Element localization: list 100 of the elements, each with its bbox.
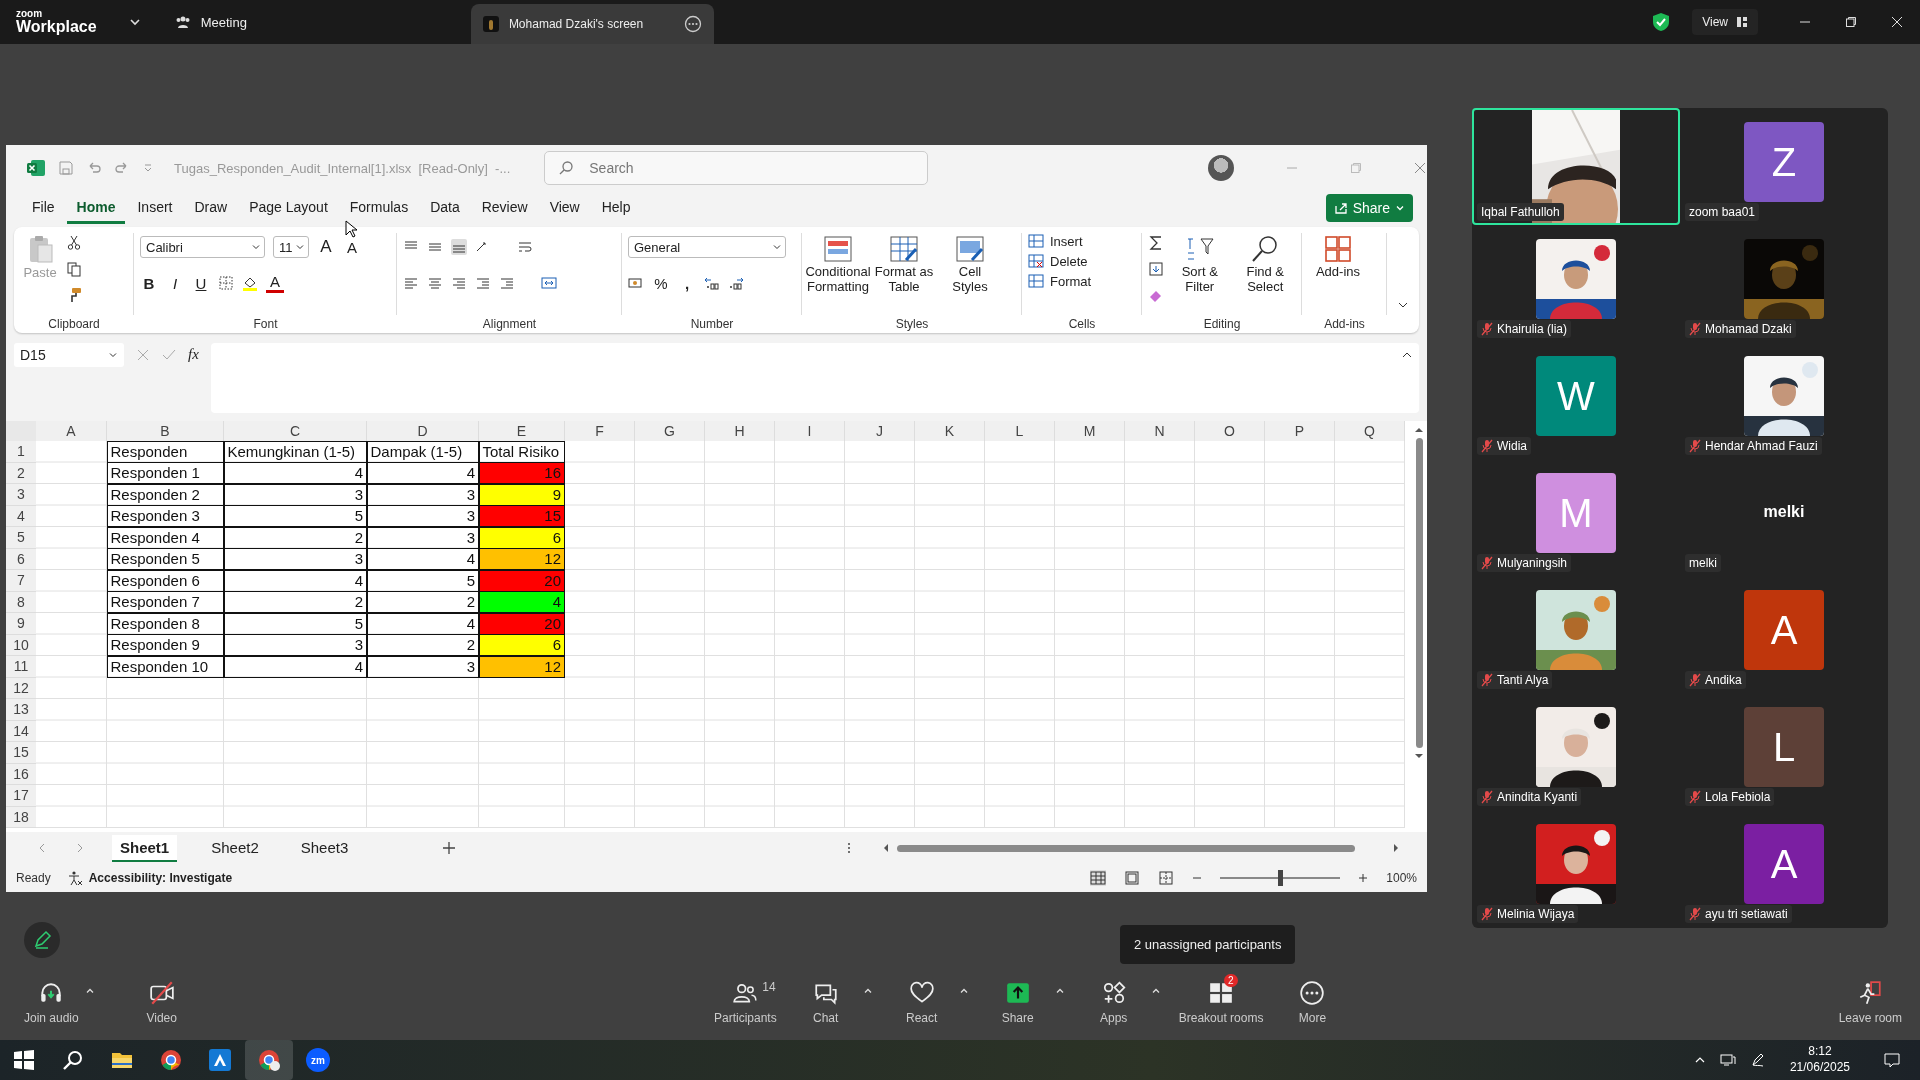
column-header[interactable]: E — [479, 421, 565, 441]
normal-view-icon[interactable] — [1090, 870, 1107, 886]
column-header[interactable]: K — [915, 421, 985, 441]
notification-icon[interactable] — [1884, 1052, 1900, 1068]
share-button[interactable]: Share — [1325, 194, 1413, 222]
ribbon-tab[interactable]: Insert — [127, 192, 183, 224]
column-header[interactable]: D — [367, 421, 479, 441]
zoom-app-button[interactable]: zm — [306, 1048, 330, 1072]
align-icon[interactable] — [427, 275, 443, 291]
align-icon[interactable] — [475, 275, 491, 291]
ribbon-tab[interactable]: Home — [66, 192, 126, 224]
font-size-dropdown[interactable]: 11 — [273, 236, 309, 258]
cells-button[interactable]: Delete — [1028, 253, 1135, 269]
row-number[interactable]: 3 — [6, 484, 36, 506]
toolbar-button[interactable]: 2 Breakout rooms — [1178, 971, 1264, 1025]
row-number[interactable]: 6 — [6, 548, 36, 570]
comma-button[interactable]: , — [678, 274, 696, 292]
row-number[interactable]: 9 — [6, 613, 36, 635]
user-avatar[interactable] — [1208, 155, 1235, 181]
column-header[interactable]: P — [1265, 421, 1335, 441]
row-number[interactable]: 11 — [6, 656, 36, 678]
wrap-text-icon[interactable] — [517, 239, 533, 255]
app-icon[interactable] — [208, 1048, 232, 1072]
view-button[interactable]: View — [1692, 9, 1758, 35]
scrollbar-thumb[interactable] — [897, 844, 1355, 852]
browser-icon[interactable] — [159, 1048, 183, 1072]
currency-icon[interactable] — [628, 275, 644, 291]
sheet-tab[interactable]: Sheet1 — [112, 834, 178, 862]
column-header[interactable]: L — [985, 421, 1055, 441]
decrease-font-button[interactable]: A — [343, 238, 361, 256]
screen-share-tab[interactable]: Mohamad Dzaki's screen — [470, 4, 714, 44]
name-box[interactable]: D15 — [14, 343, 124, 367]
underline-button[interactable]: U — [192, 274, 210, 292]
align-icon[interactable] — [403, 275, 419, 291]
shield-icon[interactable] — [1652, 12, 1671, 32]
add-sheet-icon[interactable] — [442, 841, 457, 855]
scroll-down-icon[interactable] — [1414, 751, 1424, 761]
number-format-dropdown[interactable]: General — [628, 236, 786, 258]
decrease-decimal-icon[interactable] — [728, 275, 744, 291]
search-icon[interactable] — [61, 1048, 85, 1072]
row-number[interactable]: 4 — [6, 505, 36, 527]
toolbar-button[interactable]: More — [1281, 971, 1344, 1025]
row-number[interactable]: 10 — [6, 634, 36, 656]
ribbon-tab[interactable]: View — [539, 192, 590, 224]
column-header[interactable]: C — [224, 421, 367, 441]
row-number[interactable]: 5 — [6, 527, 36, 549]
font-name-dropdown[interactable]: Calibri — [140, 236, 265, 258]
toolbar-button[interactable]: Video — [134, 971, 189, 1025]
row-number[interactable]: 7 — [6, 570, 36, 592]
styles-button[interactable]: Cell Styles — [940, 233, 1000, 295]
network-icon[interactable] — [1719, 1052, 1736, 1068]
increase-font-button[interactable]: A — [317, 237, 335, 257]
zoom-slider-thumb[interactable] — [1278, 870, 1284, 886]
borders-icon[interactable] — [218, 275, 234, 291]
toolbar-button[interactable]: Apps — [1082, 971, 1145, 1025]
toolbar-button[interactable]: 14 Participants — [714, 971, 777, 1025]
taskbar-app-button[interactable] — [245, 1040, 293, 1080]
column-header[interactable]: H — [705, 421, 775, 441]
formula-field[interactable] — [210, 343, 1419, 413]
add-ins-button[interactable]: Add-ins — [1308, 233, 1368, 280]
scrollbar-thumb[interactable] — [1415, 438, 1423, 748]
chevron-down-icon[interactable] — [128, 16, 141, 28]
pencil-icon[interactable] — [24, 922, 60, 958]
align-icon[interactable] — [451, 275, 467, 291]
column-header[interactable]: Q — [1335, 421, 1405, 441]
increase-decimal-icon[interactable] — [704, 275, 720, 291]
row-number[interactable]: 15 — [6, 742, 36, 764]
ribbon-tab[interactable]: Page Layout — [239, 192, 338, 224]
copy-icon[interactable] — [66, 261, 82, 277]
row-number[interactable]: 8 — [6, 591, 36, 613]
column-header[interactable]: N — [1125, 421, 1195, 441]
ribbon-tab[interactable]: Data — [420, 192, 470, 224]
insert-function-button[interactable]: fx — [188, 346, 199, 363]
percent-button[interactable]: % — [652, 274, 670, 292]
meeting-tab[interactable]: Meeting — [174, 14, 247, 30]
fill-icon[interactable] — [1148, 261, 1164, 277]
column-header[interactable]: I — [775, 421, 845, 441]
toolbar-button[interactable]: Join audio — [24, 971, 79, 1025]
column-header[interactable]: B — [107, 421, 224, 441]
fill-color-icon[interactable] — [242, 275, 258, 291]
zoom-in-icon[interactable] — [1358, 873, 1369, 883]
font-color-button[interactable]: A — [266, 273, 284, 293]
row-number[interactable]: 1 — [6, 441, 36, 463]
clock-time[interactable]: 8:12 — [1808, 1044, 1832, 1060]
toolbar-button[interactable]: React — [890, 971, 953, 1025]
leave-button[interactable]: Leave room — [1838, 971, 1902, 1025]
sheet-tab[interactable]: Sheet2 — [203, 834, 267, 862]
styles-button[interactable]: Conditional Formatting — [808, 233, 868, 295]
row-number[interactable]: 14 — [6, 720, 36, 742]
scroll-right-icon[interactable] — [1391, 843, 1401, 853]
restore-icon[interactable] — [1845, 16, 1857, 28]
ribbon-tab[interactable]: File — [22, 192, 65, 224]
cells-button[interactable]: Insert — [1028, 233, 1135, 249]
start-icon[interactable] — [12, 1048, 36, 1072]
page-break-icon[interactable] — [1158, 870, 1175, 886]
page-layout-icon[interactable] — [1124, 870, 1141, 886]
column-header[interactable]: G — [635, 421, 705, 441]
column-header[interactable]: M — [1055, 421, 1125, 441]
italic-button[interactable]: I — [166, 274, 184, 292]
pen-icon[interactable] — [1749, 1052, 1766, 1068]
